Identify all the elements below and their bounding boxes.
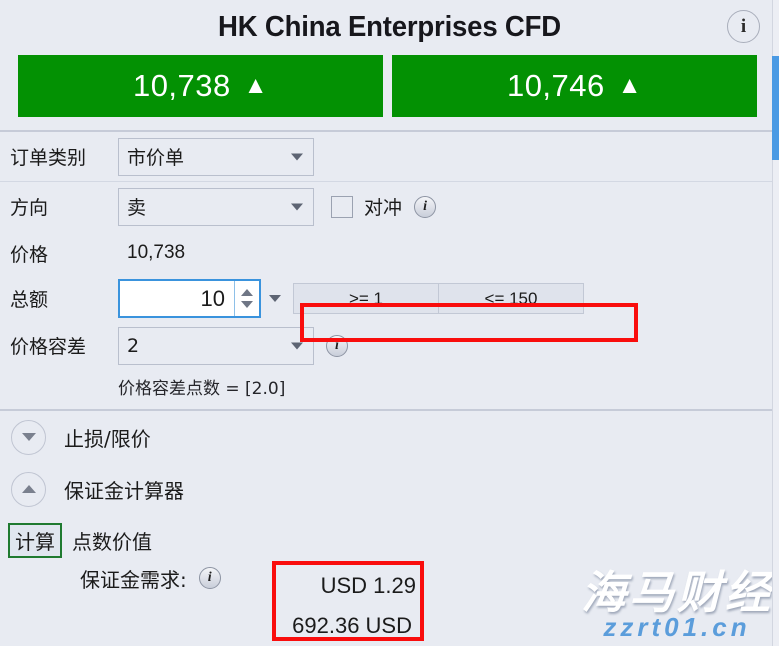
direction-value: 卖 (127, 197, 147, 219)
hedge-label: 对冲 (364, 197, 403, 219)
stepper-down-icon[interactable] (241, 301, 253, 308)
header-info-button[interactable]: i (727, 10, 760, 43)
chevron-down-icon (291, 342, 303, 349)
order-type-select[interactable]: 市价单 (118, 137, 314, 176)
bid-up-arrow-icon: ▲ (243, 72, 269, 99)
price-label: 价格 (10, 243, 49, 266)
tolerance-value: 2 (127, 334, 140, 357)
scrollbar-thumb[interactable] (772, 56, 779, 160)
section-stop-limit[interactable]: 止损/限价 (0, 411, 779, 463)
quantity-input-box[interactable] (118, 279, 261, 318)
ask-price-button[interactable]: 10,746 ▲ (392, 55, 757, 117)
panel-header: HK China Enterprises CFD i (0, 0, 779, 55)
section-margin-calculator[interactable]: 保证金计算器 (0, 463, 779, 515)
price-value: 10,738 (127, 242, 186, 263)
quantity-stepper[interactable] (234, 281, 259, 316)
direction-select[interactable]: 卖 (118, 187, 314, 226)
order-form: 订单类别 市价单 方向 卖 对冲 i 价格 10,738 总额 10 >= 1 … (0, 132, 779, 403)
hedge-checkbox[interactable] (331, 195, 353, 218)
chevron-down-icon (291, 153, 303, 160)
trade-ticket-panel: HK China Enterprises CFD i 10,738 ▲ 10,7… (0, 0, 779, 646)
scrollbar-track[interactable] (772, 0, 779, 646)
direction-row: 方向 卖 对冲 i (0, 182, 779, 231)
page-title: HK China Enterprises CFD (218, 11, 561, 43)
quantity-row: 总额 >= 1 <= 150 (0, 275, 779, 322)
margin-calculator-toggle[interactable] (11, 471, 46, 507)
tolerance-info-icon[interactable]: i (326, 334, 348, 357)
calculate-button[interactable]: 计算 (8, 522, 62, 558)
quantity-label: 总额 (10, 289, 49, 311)
price-buttons: 10,738 ▲ 10,746 ▲ (0, 55, 779, 117)
order-type-value: 市价单 (127, 147, 185, 169)
margin-required-info-icon[interactable]: i (198, 567, 221, 589)
margin-calculator-title: 保证金计算器 (64, 478, 184, 503)
bid-price-value: 10,738 (132, 68, 231, 103)
margin-required-label: 保证金需求: (80, 567, 187, 592)
stop-limit-title: 止损/限价 (64, 426, 151, 451)
info-icon[interactable]: i (727, 10, 760, 43)
quantity-input[interactable] (120, 284, 234, 313)
quantity-dropdown-icon[interactable] (269, 295, 281, 302)
quantity-control: >= 1 <= 150 (118, 279, 584, 318)
ask-up-arrow-icon: ▲ (617, 72, 643, 99)
price-row: 价格 10,738 (0, 231, 779, 275)
quantity-max-hint[interactable]: <= 150 (439, 284, 583, 313)
stepper-up-icon[interactable] (241, 289, 253, 296)
tolerance-label: 价格容差 (10, 336, 87, 358)
order-type-row: 订单类别 市价单 (0, 132, 779, 181)
point-value-amount: USD 1.29 (320, 573, 416, 598)
chevron-down-icon (291, 203, 303, 210)
direction-label: 方向 (10, 197, 49, 219)
ask-price-value: 10,746 (506, 68, 605, 103)
point-value-line: 计算 点数价值 (8, 521, 779, 559)
margin-required-amount: 692.36 USD (292, 613, 412, 638)
tolerance-hint: 价格容差点数 = [2.0] (118, 378, 286, 399)
tolerance-row: 价格容差 2 i (0, 322, 779, 369)
quantity-range-hints: >= 1 <= 150 (293, 283, 584, 314)
stop-limit-toggle[interactable] (11, 419, 46, 455)
quantity-min-hint[interactable]: >= 1 (294, 284, 439, 313)
hedge-group: 对冲 i (331, 193, 437, 220)
order-type-label: 订单类别 (10, 147, 87, 169)
chevron-down-icon (21, 433, 36, 441)
point-value-label: 点数价值 (72, 529, 152, 554)
bid-price-button[interactable]: 10,738 ▲ (18, 55, 383, 117)
tolerance-select[interactable]: 2 (118, 326, 314, 365)
watermark-url: zzrt01.cn (603, 612, 751, 642)
chevron-up-icon (21, 485, 36, 493)
hedge-info-icon[interactable]: i (414, 195, 437, 218)
